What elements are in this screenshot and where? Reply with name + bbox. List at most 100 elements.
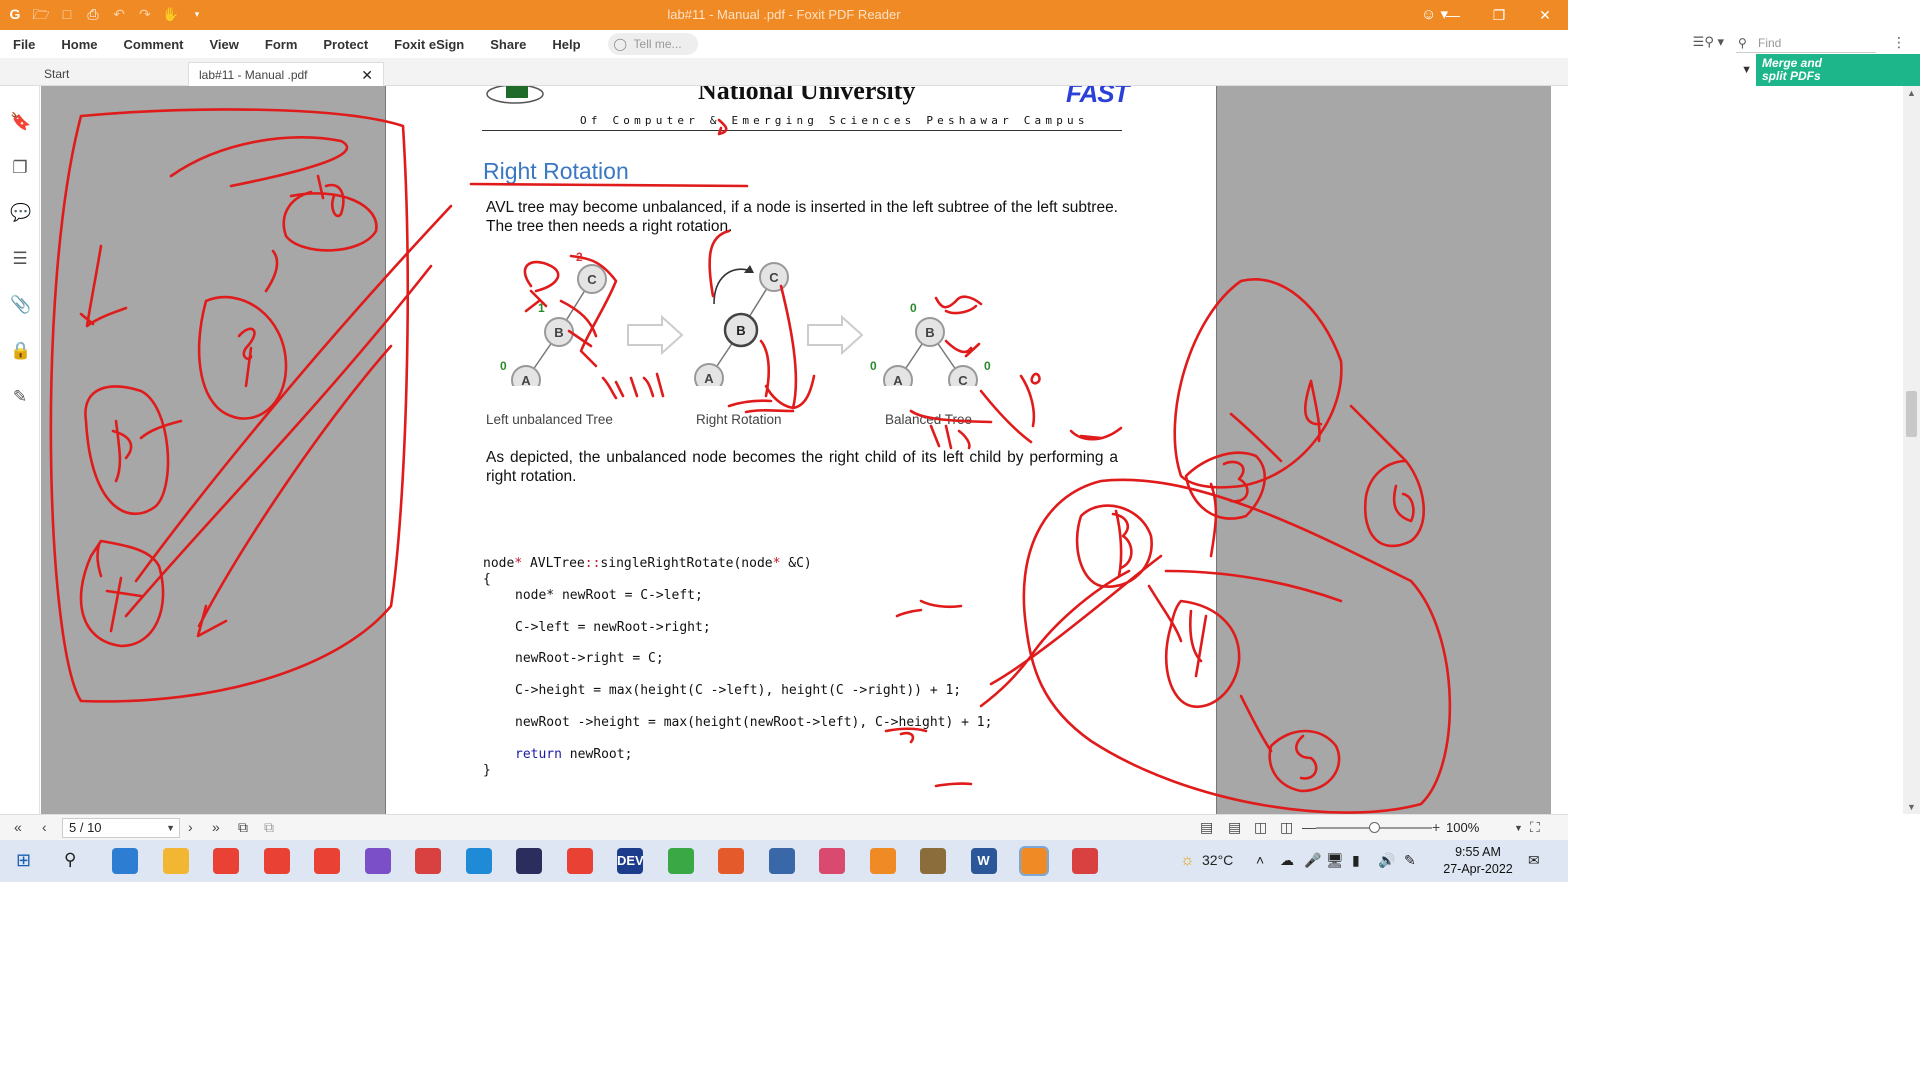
minimize-button[interactable]: — [1430, 0, 1476, 30]
notifications-icon[interactable]: ✉ [1528, 852, 1540, 869]
visual-studio-icon[interactable] [364, 848, 391, 874]
attachment-icon[interactable]: 📎 [10, 295, 31, 317]
continuous-facing-view-icon[interactable]: ◫ [1280, 819, 1293, 836]
last-page-icon[interactable]: » [212, 819, 220, 835]
zoom-out-icon[interactable]: — [1302, 819, 1316, 835]
node-c-1-label: C [587, 272, 597, 287]
pdf-page: National University FAST Of Computer & E… [385, 86, 1217, 814]
menu-comment[interactable]: Comment [111, 37, 197, 52]
chrome-profile-3-icon[interactable] [314, 848, 340, 874]
pen-icon[interactable]: ✎ [1404, 852, 1416, 869]
network-icon[interactable]: 🖥 [1326, 852, 1344, 869]
menu-home[interactable]: Home [48, 37, 110, 52]
zoom-in-icon[interactable]: + [1432, 819, 1440, 835]
security-lock-icon[interactable]: 🔒 [10, 341, 31, 363]
zoom-dropdown-icon[interactable]: ▼ [1514, 823, 1523, 833]
status-bar: « ‹ 5 / 10 ▼ › » ⧉ ⧉ ▤ ▤ ◫ ◫ — + 100% ▼ … [0, 814, 1568, 840]
document-viewport[interactable]: National University FAST Of Computer & E… [41, 86, 1551, 814]
balance-2: 2 [576, 250, 583, 264]
find-placeholder: Find [1758, 36, 1782, 50]
extract-pages-icon[interactable]: ⧉ [238, 819, 248, 836]
scroll-thumb[interactable] [1906, 391, 1917, 437]
zoom-level[interactable]: 100% [1446, 820, 1479, 835]
menu-view[interactable]: View [196, 37, 251, 52]
fast-logo: FAST [1066, 86, 1129, 108]
vertical-scrollbar[interactable]: ▲ ▼ [1903, 86, 1920, 814]
chrome-icon[interactable] [213, 848, 239, 874]
search-icon[interactable]: ⚲ [64, 850, 76, 870]
close-button[interactable]: ✕ [1522, 0, 1568, 30]
signature-pen-icon[interactable]: ✎ [10, 387, 30, 409]
dosbox-icon[interactable] [920, 848, 946, 874]
zoom-slider[interactable] [1316, 822, 1432, 833]
insert-pages-icon[interactable]: ⧉ [264, 819, 274, 836]
tab-manual-pdf[interactable]: lab#11 - Manual .pdf ✕ [188, 62, 384, 86]
camtasia-green-icon[interactable] [667, 848, 694, 874]
system-clock[interactable]: 9:55 AM 27-Apr-2022 [1432, 844, 1524, 878]
foxit-reader-icon[interactable] [1019, 846, 1049, 876]
dvd-app-icon[interactable] [415, 848, 441, 874]
node-a-1-label: A [521, 373, 531, 386]
dev-cpp-icon[interactable]: DEV [617, 848, 644, 874]
weather-icon[interactable]: ☼ [1180, 852, 1195, 870]
merge-split-promo[interactable]: Merge and split PDFs [1756, 54, 1920, 86]
scroll-up-icon[interactable]: ▲ [1907, 88, 1916, 98]
menu-file[interactable]: File [0, 37, 48, 52]
zoom-slider-knob[interactable] [1369, 822, 1380, 833]
chrome-profile-2-icon[interactable] [263, 848, 290, 874]
layers-icon[interactable]: ☰ [10, 249, 30, 271]
search-mode-icon[interactable]: ☰⚲ ▾ [1693, 34, 1724, 50]
node-c-2-label: C [769, 270, 779, 285]
tab-start[interactable]: Start [34, 62, 184, 86]
tab-list-dropdown-icon[interactable]: ▼ [1741, 64, 1752, 76]
next-page-icon[interactable]: › [188, 819, 193, 835]
single-page-view-icon[interactable]: ▤ [1200, 819, 1213, 836]
facing-view-icon[interactable]: ◫ [1254, 819, 1267, 836]
arrow-right-2 [807, 314, 864, 356]
pages-icon[interactable]: ❐ [10, 158, 30, 180]
previous-page-icon[interactable]: ‹ [42, 819, 47, 835]
vs-code-icon[interactable] [465, 848, 492, 874]
windows-taskbar: ⊞ ⚲ DEV W ☼ 32°C ˄ ☁ 🎤 🖥 ▮ 🔊 ✎ 9:55 AM 27… [0, 840, 1568, 882]
word-icon[interactable]: W [970, 848, 997, 874]
code-line-8: return newRoot; [515, 747, 633, 762]
continuous-view-icon[interactable]: ▤ [1228, 819, 1241, 836]
first-page-icon[interactable]: « [14, 819, 22, 835]
page-dropdown-icon[interactable]: ▼ [166, 819, 175, 837]
paint-app-icon[interactable] [1071, 848, 1098, 874]
weather-temp[interactable]: 32°C [1202, 852, 1233, 868]
node-c-3-label: C [958, 373, 968, 386]
bookmark-icon[interactable]: 🔖 [10, 112, 31, 134]
xampp-icon[interactable] [869, 848, 896, 874]
menu-help[interactable]: Help [539, 37, 593, 52]
windows-start-icon[interactable]: ⊞ [16, 850, 31, 871]
volume-icon[interactable]: 🔊 [1378, 852, 1395, 869]
menu-protect[interactable]: Protect [310, 37, 381, 52]
virtualbox-icon[interactable] [768, 848, 795, 874]
app-icon-icon[interactable] [112, 848, 138, 874]
show-hidden-icons-icon[interactable]: ˄ [1256, 852, 1264, 868]
microphone-icon[interactable]: 🎤 [1304, 852, 1321, 869]
scroll-down-icon[interactable]: ▼ [1907, 802, 1916, 812]
battery-icon[interactable]: ▮ [1352, 852, 1360, 869]
tab-start-label: Start [44, 67, 70, 81]
eclipse-icon[interactable] [516, 848, 542, 874]
menu-form[interactable]: Form [252, 37, 311, 52]
comments-icon[interactable]: 💬 [10, 203, 31, 225]
find-input[interactable]: ⚲ Find [1736, 33, 1876, 53]
snip-tool-icon[interactable] [819, 848, 845, 874]
code-line-signature: node* AVLTree::singleRightRotate(node* &… [483, 556, 812, 571]
onedrive-cloud-icon[interactable]: ☁ [1280, 852, 1294, 869]
page-number-field[interactable]: 5 / 10 ▼ [62, 818, 180, 838]
camtasia-red-icon[interactable] [718, 848, 744, 874]
more-options-icon[interactable]: ⋮ [1892, 34, 1906, 51]
tell-me-box[interactable]: ◯ Tell me... [607, 33, 698, 55]
menu-foxit-esign[interactable]: Foxit eSign [381, 37, 477, 52]
close-tab-icon[interactable]: ✕ [361, 63, 373, 87]
restore-button[interactable]: ❐ [1476, 0, 1522, 30]
file-explorer-icon[interactable] [162, 848, 189, 874]
menu-share[interactable]: Share [477, 37, 539, 52]
chrome-profile-4-icon[interactable] [566, 848, 593, 874]
tree-right-rotation: C B A [694, 262, 789, 386]
fullscreen-icon[interactable]: ⛶ [1530, 819, 1540, 836]
